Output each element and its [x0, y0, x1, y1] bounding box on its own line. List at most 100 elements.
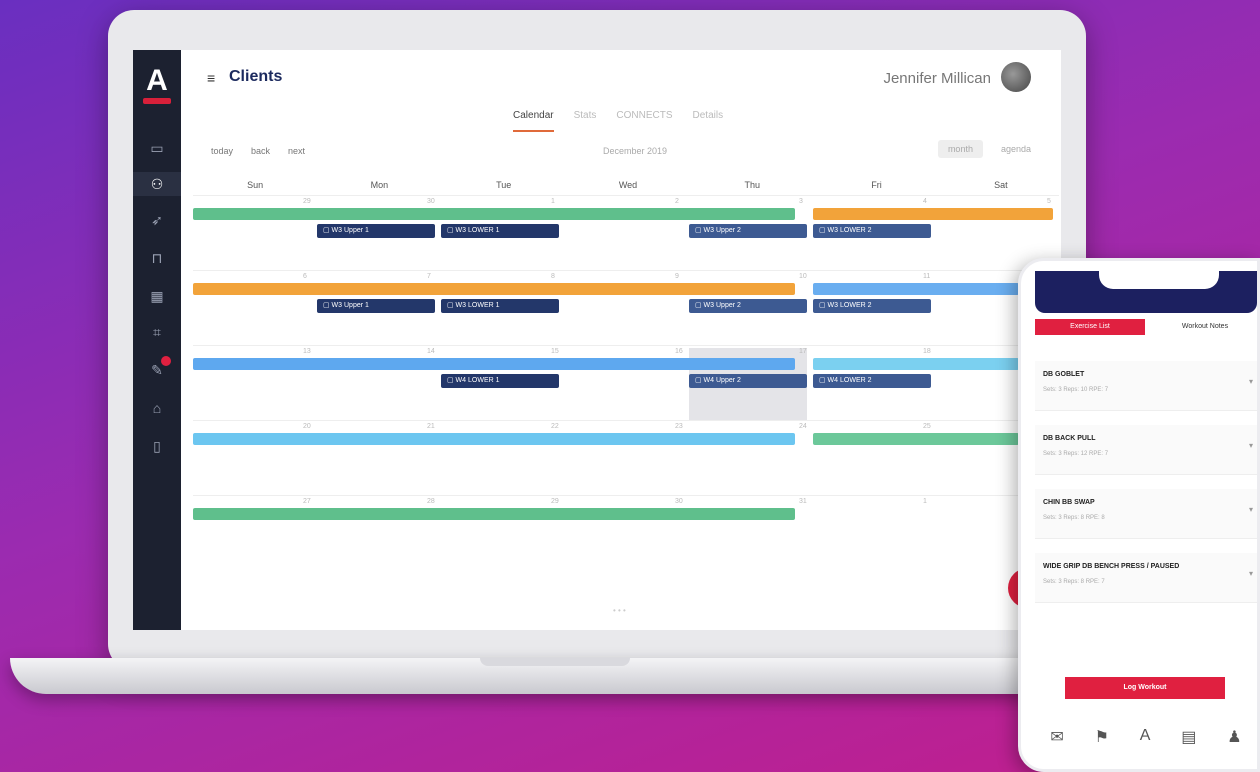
back-button[interactable]: back [251, 146, 270, 156]
today-button[interactable]: today [211, 146, 233, 156]
calendar-icon[interactable]: ▦ [145, 284, 169, 308]
dashboard-icon[interactable]: ▭ [145, 136, 169, 160]
chevron-down-icon[interactable]: ▾ [1249, 505, 1253, 514]
date-number: 21 [427, 423, 435, 430]
exercise-meta: Sets: 3 Reps: 10 RPE: 7 [1043, 387, 1109, 393]
phone-frame: Exercise List Workout Notes DB GOBLET Se… [1018, 258, 1260, 772]
tab-workout-notes[interactable]: Workout Notes [1155, 319, 1255, 335]
agenda-view-button[interactable]: agenda [991, 140, 1041, 158]
program-bar[interactable] [193, 358, 795, 370]
date-number: 28 [427, 498, 435, 505]
exercise-card[interactable]: DB GOBLET Sets: 3 Reps: 10 RPE: 7 ▾ [1035, 361, 1257, 411]
weekday-label: Thu [744, 180, 761, 190]
calendar-week: 272829303112 [193, 495, 1059, 570]
chevron-down-icon[interactable]: ▾ [1249, 441, 1253, 450]
phone-bottom-nav: ✉ ⚑ A ▤ ♟ [1035, 727, 1257, 747]
session-event[interactable]: ▢ W3 Upper 1 [317, 299, 435, 313]
tab-connects[interactable]: CONNECTS [616, 110, 672, 132]
date-number: 4 [923, 198, 927, 205]
laptop-frame: A ▭ ⚇ ➶ ⊓ ▦ ⌗ ✎ ⌂ ▯ ≡ Clients Jennifer M… [108, 10, 1086, 670]
exercise-title: DB GOBLET [1043, 371, 1085, 378]
session-event[interactable]: ▢ W3 LOWER 1 [441, 299, 559, 313]
weekday-label: Wed [618, 180, 638, 190]
program-bar[interactable] [813, 208, 1053, 220]
program-bar[interactable] [813, 358, 1019, 370]
session-event[interactable]: ▢ W3 Upper 2 [689, 299, 807, 313]
program-bar[interactable] [193, 283, 795, 295]
date-number: 13 [303, 348, 311, 355]
view-switcher: month agenda [937, 140, 1041, 158]
tab-calendar[interactable]: Calendar [513, 110, 554, 132]
tab-details[interactable]: Details [693, 110, 724, 132]
rocket-icon[interactable]: ➶ [145, 208, 169, 232]
date-number: 18 [923, 348, 931, 355]
exercise-icon[interactable]: ⌗ [145, 320, 169, 344]
profile-icon[interactable]: ♟ [1227, 727, 1241, 747]
tab-stats[interactable]: Stats [574, 110, 597, 132]
date-number: 25 [923, 423, 931, 430]
program-bar[interactable] [193, 508, 795, 520]
exercise-meta: Sets: 3 Reps: 8 RPE: 8 [1043, 515, 1105, 521]
date-number: 3 [799, 198, 803, 205]
program-bar[interactable] [193, 208, 795, 220]
page-title: Clients [229, 68, 283, 85]
date-number: 9 [675, 273, 679, 280]
session-event[interactable]: ▢ W4 LOWER 1 [441, 374, 559, 388]
weekday-label: Tue [496, 180, 512, 190]
session-event[interactable]: ▢ W3 LOWER 1 [441, 224, 559, 238]
tab-bar: Calendar Stats CONNECTS Details [513, 110, 723, 132]
exercise-card[interactable]: CHIN BB SWAP Sets: 3 Reps: 8 RPE: 8 ▾ [1035, 489, 1257, 539]
weekday-label: Fri [871, 180, 882, 190]
date-number: 14 [427, 348, 435, 355]
chevron-down-icon[interactable]: ▾ [1249, 569, 1253, 578]
date-number: 29 [551, 498, 559, 505]
program-bar[interactable] [813, 433, 1019, 445]
exercise-title: WIDE GRIP DB BENCH PRESS / PAUSED [1043, 563, 1180, 570]
session-event[interactable]: ▢ W3 Upper 2 [689, 224, 807, 238]
session-event[interactable]: ▢ W3 LOWER 2 [813, 224, 931, 238]
brand-icon[interactable]: A [1140, 727, 1151, 747]
store-icon[interactable]: ⌂ [145, 396, 169, 420]
chevron-down-icon[interactable]: ▾ [1249, 377, 1253, 386]
session-event[interactable]: ▢ W4 LOWER 2 [813, 374, 931, 388]
avatar[interactable] [1001, 62, 1031, 92]
month-view-button[interactable]: month [937, 140, 983, 158]
exercise-card[interactable]: WIDE GRIP DB BENCH PRESS / PAUSED Sets: … [1035, 553, 1257, 603]
date-number: 23 [675, 423, 683, 430]
calendar-week: 6789101112▢ W3 Upper 1▢ W3 LOWER 1▢ W3 U… [193, 270, 1059, 345]
session-event[interactable]: ▢ W3 Upper 1 [317, 224, 435, 238]
weekday-label: Mon [370, 180, 389, 190]
date-number: 24 [799, 423, 807, 430]
program-bar[interactable] [813, 283, 1019, 295]
exercise-meta: Sets: 3 Reps: 12 RPE: 7 [1043, 451, 1109, 457]
phone-notch [1099, 271, 1219, 289]
date-number: 8 [551, 273, 555, 280]
workouts-icon[interactable]: ▤ [1181, 727, 1196, 747]
program-bar[interactable] [193, 433, 795, 445]
app-screen: A ▭ ⚇ ➶ ⊓ ▦ ⌗ ✎ ⌂ ▯ ≡ Clients Jennifer M… [133, 50, 1061, 630]
session-event[interactable]: ▢ W4 Upper 2 [689, 374, 807, 388]
tab-exercise-list[interactable]: Exercise List [1035, 319, 1145, 335]
weekday-label: Sat [994, 180, 1008, 190]
user-name[interactable]: Jennifer Millican [883, 70, 991, 87]
exercise-card[interactable]: DB BACK PULL Sets: 3 Reps: 12 RPE: 7 ▾ [1035, 425, 1257, 475]
brand-logo-tag [143, 98, 171, 104]
brand-logo-icon[interactable]: A [141, 60, 173, 102]
calendar-week: 13141516171819▢ W4 LOWER 1▢ W4 Upper 2▢ … [193, 345, 1059, 420]
programs-icon[interactable]: ⊓ [145, 246, 169, 270]
hamburger-menu-icon[interactable]: ≡ [207, 70, 215, 86]
session-event[interactable]: ▢ W3 LOWER 2 [813, 299, 931, 313]
clients-icon[interactable]: ⚇ [133, 172, 181, 196]
progress-icon[interactable]: ⚑ [1095, 727, 1109, 747]
date-number: 16 [675, 348, 683, 355]
next-button[interactable]: next [288, 146, 305, 156]
date-number: 29 [303, 198, 311, 205]
exercise-title: CHIN BB SWAP [1043, 499, 1095, 506]
log-workout-button[interactable]: Log Workout [1065, 677, 1225, 699]
documents-icon[interactable]: ▯ [145, 434, 169, 458]
date-number: 31 [799, 498, 807, 505]
calendar-week: 29 30 1 2 3 4 5 ▢ W3 Upper 1 ▢ W3 LOWER 1 ▢ W3 Up… [193, 195, 1059, 270]
laptop-base [10, 658, 1070, 694]
chat-icon[interactable]: ✉ [1050, 727, 1063, 747]
date-number: 30 [675, 498, 683, 505]
